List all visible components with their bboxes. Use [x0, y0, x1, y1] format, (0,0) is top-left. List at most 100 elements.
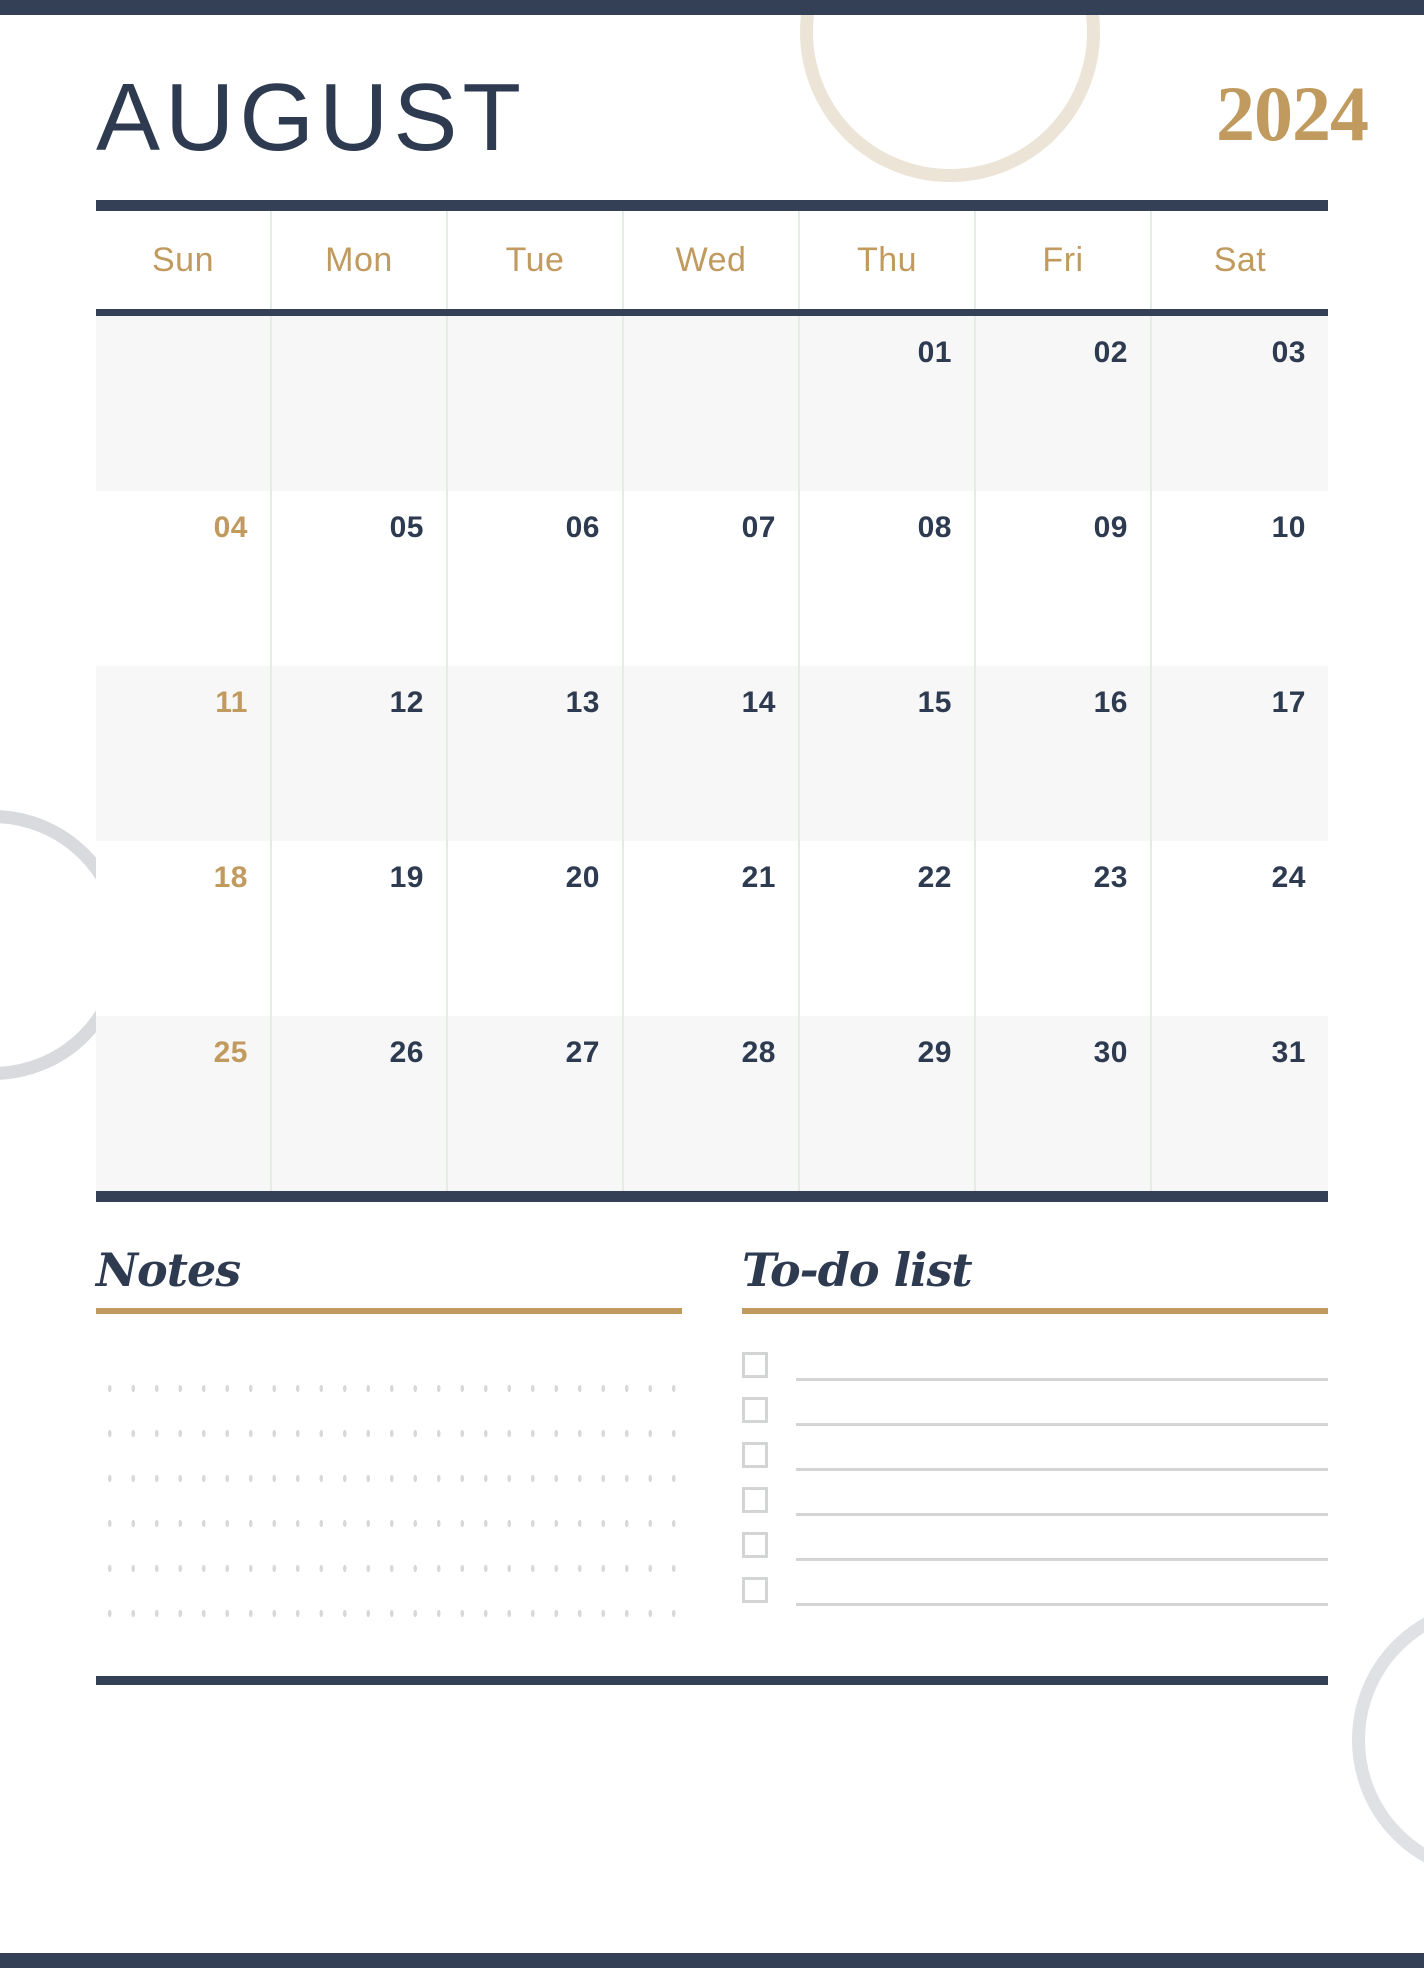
calendar-day-cell[interactable]: 27: [448, 1016, 624, 1191]
calendar-day-number: 18: [213, 861, 248, 894]
todo-list-item: [742, 1477, 1328, 1522]
calendar-week-row: 18 19 20 21 22 23 24: [96, 841, 1328, 1016]
todo-checkbox[interactable]: [742, 1351, 768, 1378]
weekday-header-tue: Tue: [448, 211, 624, 309]
calendar-day-number: 03: [1271, 336, 1306, 369]
calendar-day-number: 31: [1271, 1036, 1306, 1069]
todo-write-line[interactable]: [796, 1423, 1328, 1427]
todo-list-item: [742, 1567, 1328, 1612]
calendar-day-number: 29: [917, 1036, 952, 1069]
calendar-day-cell[interactable]: 20: [448, 841, 624, 1016]
calendar-day-number: 08: [917, 511, 952, 544]
calendar-day-number: 06: [565, 511, 600, 544]
calendar-weeks: 01 02 03 04 05 06 07 08 09 10 11 12 13 14 15 16 17 18 19 20…: [96, 316, 1328, 1191]
calendar-day-cell[interactable]: 16: [976, 666, 1152, 841]
calendar-day-cell[interactable]: 17: [1152, 666, 1328, 841]
calendar-day-cell[interactable]: 04: [96, 491, 272, 666]
calendar-day-cell[interactable]: 15: [800, 666, 976, 841]
todo-write-line[interactable]: [796, 1603, 1328, 1607]
calendar-day-number: 12: [389, 686, 424, 719]
calendar-day-cell[interactable]: 09: [976, 491, 1152, 666]
todo-checkbox[interactable]: [742, 1486, 768, 1513]
calendar-day-cell[interactable]: 19: [272, 841, 448, 1016]
todo-checkbox[interactable]: [742, 1576, 768, 1603]
calendar-week-row: 04 05 06 07 08 09 10: [96, 491, 1328, 666]
todo-checkbox[interactable]: [742, 1396, 768, 1423]
calendar-day-cell[interactable]: 18: [96, 841, 272, 1016]
calendar-day-cell[interactable]: 23: [976, 841, 1152, 1016]
calendar-day-cell-empty: [96, 316, 272, 491]
notes-underline: [96, 1308, 682, 1315]
weekday-header-wed: Wed: [624, 211, 800, 309]
calendar-day-cell[interactable]: 13: [448, 666, 624, 841]
calendar-day-cell[interactable]: 10: [1152, 491, 1328, 666]
calendar-day-number: 26: [389, 1036, 424, 1069]
calendar-day-cell[interactable]: 26: [272, 1016, 448, 1191]
calendar-day-number: 10: [1271, 511, 1306, 544]
calendar-day-cell[interactable]: 14: [624, 666, 800, 841]
calendar-week-row: 01 02 03: [96, 316, 1328, 491]
calendar-day-cell[interactable]: 05: [272, 491, 448, 666]
calendar-day-number: 30: [1093, 1036, 1128, 1069]
calendar-day-number: 02: [1093, 336, 1128, 369]
todo-checkbox[interactable]: [742, 1441, 768, 1468]
calendar-day-number: 09: [1093, 511, 1128, 544]
todo-title: To-do list: [742, 1243, 973, 1297]
calendar-day-number: 28: [741, 1036, 776, 1069]
calendar-day-cell-empty: [448, 316, 624, 491]
todo-list-item: [742, 1342, 1328, 1387]
todo-write-line[interactable]: [796, 1558, 1328, 1562]
calendar-day-number: 22: [917, 861, 952, 894]
calendar-day-cell[interactable]: 24: [1152, 841, 1328, 1016]
calendar-day-cell[interactable]: 31: [1152, 1016, 1328, 1191]
todo-write-line[interactable]: [796, 1513, 1328, 1517]
calendar-day-number: 07: [741, 511, 776, 544]
calendar-day-cell[interactable]: 25: [96, 1016, 272, 1191]
calendar-day-cell[interactable]: 22: [800, 841, 976, 1016]
calendar-week-row: 25 26 27 28 29 30 31: [96, 1016, 1328, 1191]
calendar-day-number: 25: [213, 1036, 248, 1069]
calendar-day-cell[interactable]: 07: [624, 491, 800, 666]
calendar-bottom-rule: [96, 1191, 1328, 1202]
calendar-day-number: 14: [741, 686, 776, 719]
todo-items: [742, 1342, 1328, 1612]
notes-writing-area[interactable]: [96, 1356, 682, 1627]
todo-underline: [742, 1308, 1328, 1315]
weekday-header-sun: Sun: [96, 211, 272, 309]
page-top-band: [0, 0, 1424, 15]
calendar-day-cell[interactable]: 12: [272, 666, 448, 841]
page-title-month: AUGUST: [96, 64, 527, 171]
todo-checkbox[interactable]: [742, 1531, 768, 1558]
calendar-day-cell[interactable]: 02: [976, 316, 1152, 491]
page-footer-rule: [96, 1676, 1328, 1685]
calendar-day-cell[interactable]: 03: [1152, 316, 1328, 491]
calendar-day-number: 20: [565, 861, 600, 894]
calendar-day-cell[interactable]: 28: [624, 1016, 800, 1191]
calendar-day-number: 13: [565, 686, 600, 719]
todo-write-line[interactable]: [796, 1468, 1328, 1472]
page-bottom-band: [0, 1953, 1424, 1968]
bottom-panels: Notes To-do list: [96, 1246, 1328, 1646]
todo-list-item: [742, 1387, 1328, 1432]
calendar-day-cell-empty: [272, 316, 448, 491]
calendar-day-number: 04: [213, 511, 248, 544]
calendar-grid: Sun Mon Tue Wed Thu Fri Sat 01 02 03 04 05 06 07 08 09…: [96, 200, 1328, 1202]
calendar-day-cell[interactable]: 29: [800, 1016, 976, 1191]
calendar-day-number: 24: [1271, 861, 1306, 894]
decorative-ring-gray-right: [1352, 1600, 1424, 1880]
calendar-header-rule: [96, 309, 1328, 316]
notes-panel: Notes: [96, 1246, 682, 1646]
page-content: AUGUST 2024 Sun Mon Tue Wed Thu Fri Sat 01 02 03…: [96, 15, 1369, 1953]
calendar-day-cell[interactable]: 06: [448, 491, 624, 666]
calendar-day-cell[interactable]: 30: [976, 1016, 1152, 1191]
page-title-year: 2024: [1216, 70, 1369, 157]
todo-write-line[interactable]: [796, 1378, 1328, 1382]
calendar-day-cell[interactable]: 21: [624, 841, 800, 1016]
calendar-day-cell[interactable]: 08: [800, 491, 976, 666]
weekday-header-sat: Sat: [1213, 240, 1267, 279]
weekday-header-mon: Mon: [272, 211, 448, 309]
calendar-day-number: 11: [215, 686, 248, 719]
calendar-day-cell[interactable]: 01: [800, 316, 976, 491]
calendar-day-cell[interactable]: 11: [96, 666, 272, 841]
calendar-day-number: 17: [1271, 686, 1306, 719]
